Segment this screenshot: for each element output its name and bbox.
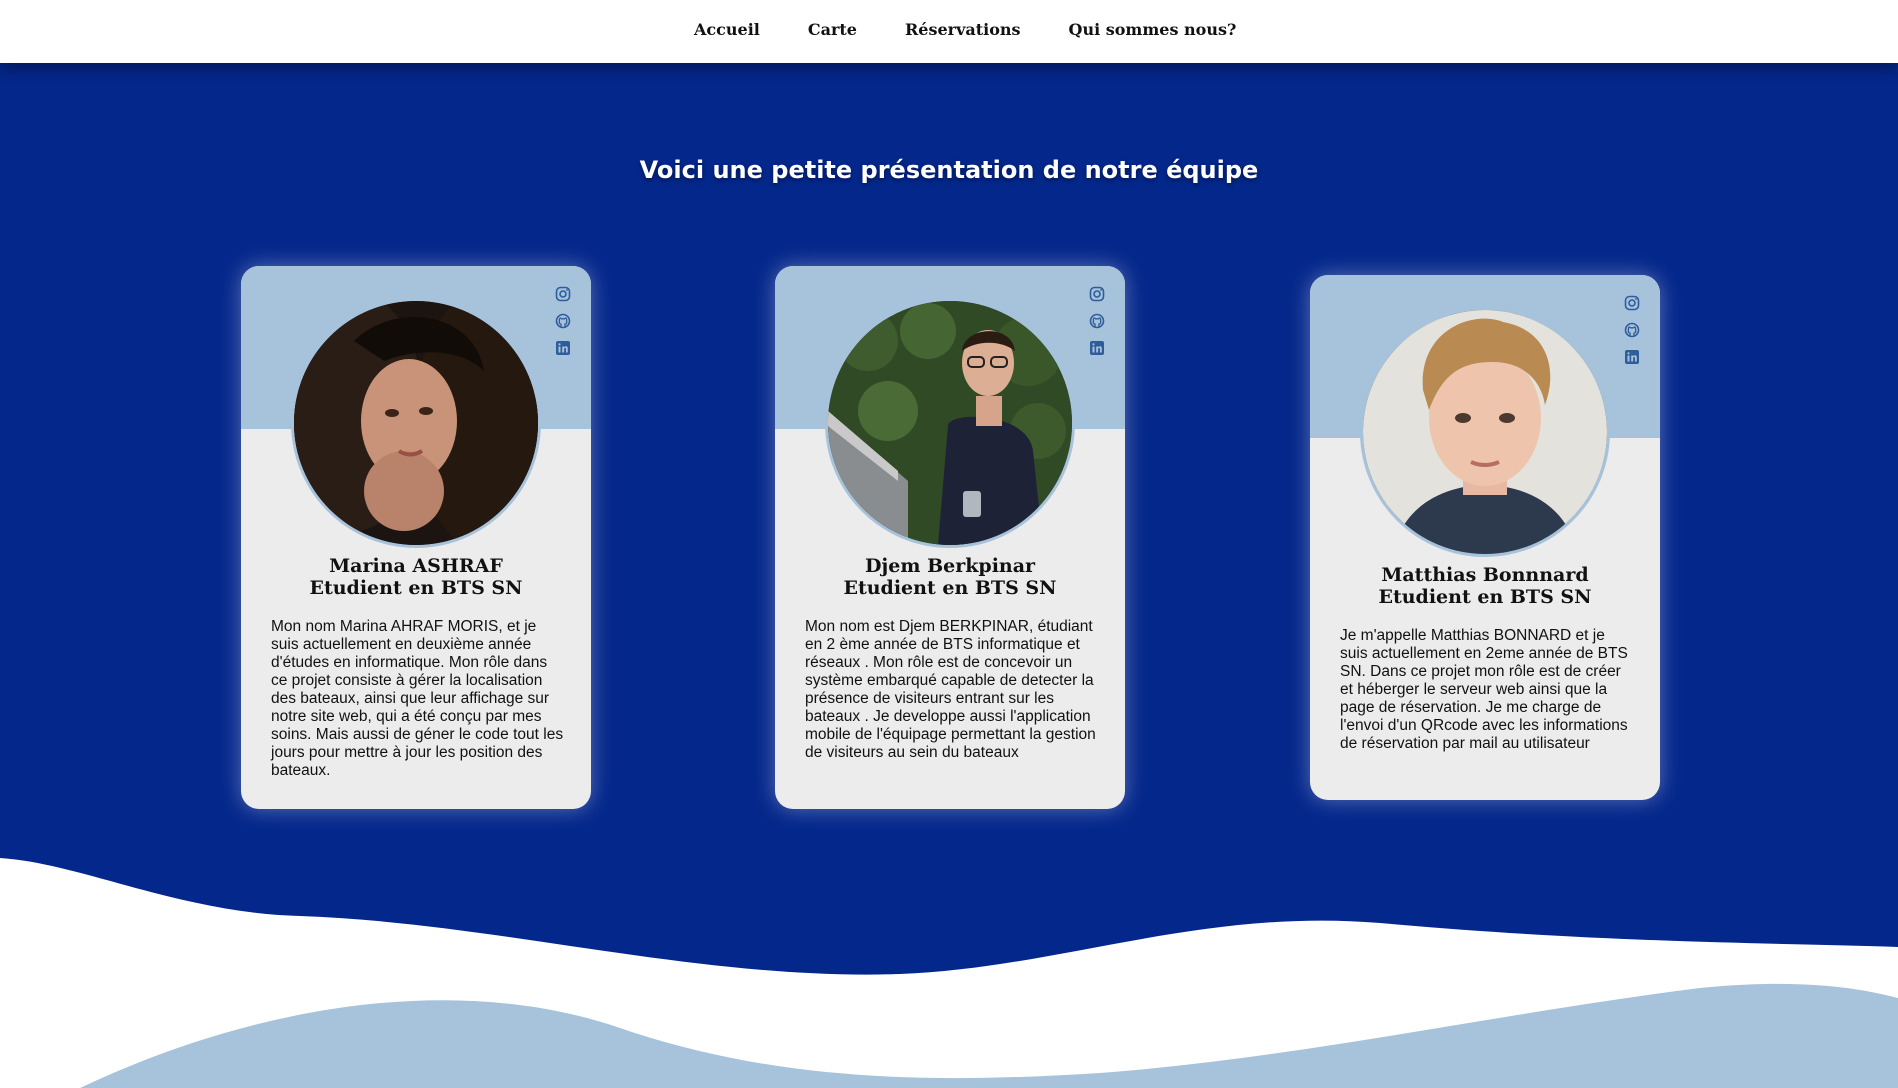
member-role: Etudient en BTS SN <box>309 577 523 599</box>
section-title: Voici une petite présentation de notre é… <box>639 156 1259 184</box>
linkedin-icon[interactable] <box>555 340 571 356</box>
avatar <box>1360 307 1610 557</box>
instagram-icon[interactable] <box>555 286 571 302</box>
avatar <box>291 298 541 548</box>
member-description: Je m'appelle Matthias BONNARD et je suis… <box>1340 627 1628 752</box>
social-links <box>1089 286 1105 356</box>
github-icon[interactable] <box>555 313 571 329</box>
member-name: Matthias Bonnnard <box>1381 564 1589 586</box>
github-icon[interactable] <box>1089 313 1105 329</box>
nav-item-carte[interactable]: Carte <box>808 20 857 39</box>
member-role: Etudient en BTS SN <box>843 577 1057 599</box>
team-card: Djem Berkpinar Etudient en BTS SN Mon no… <box>775 266 1125 809</box>
social-links <box>1624 295 1640 365</box>
top-navigation: Accueil Carte Réservations Qui sommes no… <box>0 0 1898 63</box>
member-name: Marina ASHRAF <box>329 555 503 577</box>
instagram-icon[interactable] <box>1089 286 1105 302</box>
team-card: Marina ASHRAF Etudient en BTS SN Mon nom… <box>241 266 591 809</box>
member-description: Mon nom Marina AHRAF MORIS, et je suis a… <box>271 618 564 779</box>
team-card: Matthias Bonnnard Etudient en BTS SN Je … <box>1310 275 1660 800</box>
instagram-icon[interactable] <box>1624 295 1640 311</box>
social-links <box>555 286 571 356</box>
avatar <box>825 298 1075 548</box>
member-description: Mon nom est Djem BERKPINAR, étudiant en … <box>805 618 1096 761</box>
member-heading: Marina ASHRAF Etudient en BTS SN <box>241 555 591 599</box>
member-heading: Matthias Bonnnard Etudient en BTS SN <box>1310 564 1660 608</box>
nav-item-qui-sommes-nous[interactable]: Qui sommes nous? <box>1069 20 1237 39</box>
nav-item-reservations[interactable]: Réservations <box>905 20 1021 39</box>
nav-item-accueil[interactable]: Accueil <box>694 20 760 39</box>
member-role: Etudient en BTS SN <box>1378 586 1592 608</box>
nav-menu: Accueil Carte Réservations Qui sommes no… <box>694 20 1284 39</box>
member-name: Djem Berkpinar <box>864 555 1036 577</box>
github-icon[interactable] <box>1624 322 1640 338</box>
linkedin-icon[interactable] <box>1624 349 1640 365</box>
linkedin-icon[interactable] <box>1089 340 1105 356</box>
team-section: Voici une petite présentation de notre é… <box>0 63 1898 1088</box>
member-heading: Djem Berkpinar Etudient en BTS SN <box>775 555 1125 599</box>
